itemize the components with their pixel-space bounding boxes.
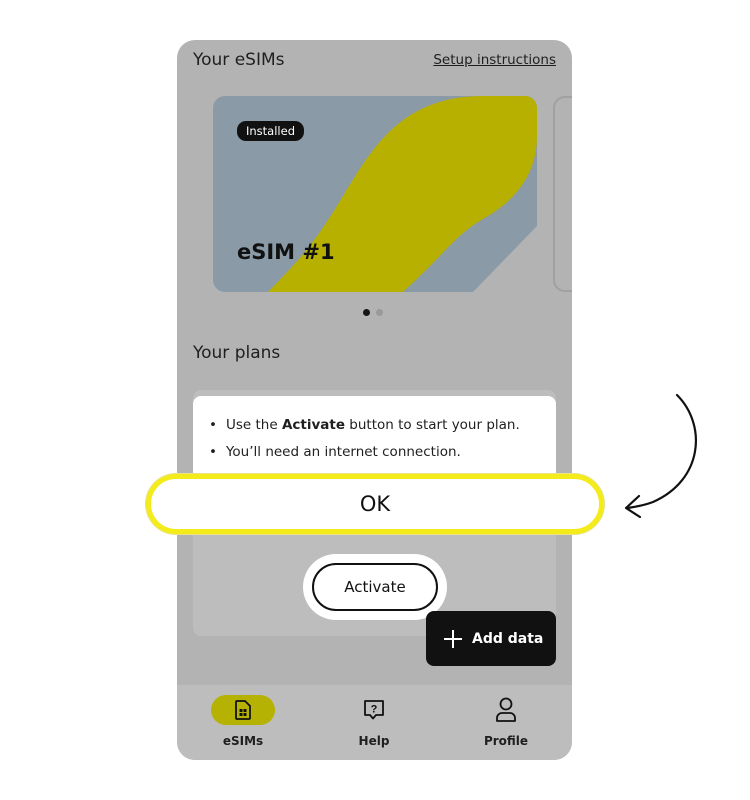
page-title: Your eSIMs xyxy=(193,50,285,70)
activation-tip: • Use the Activate button to start your p… xyxy=(193,396,556,476)
carousel-dot-2[interactable] xyxy=(376,309,383,316)
tip-item: • Use the Activate button to start your p… xyxy=(209,417,520,433)
pointer-arrow-icon xyxy=(624,393,697,519)
esim-name: eSIM #1 xyxy=(237,240,335,264)
esim-card[interactable]: Installed eSIM #1 xyxy=(213,96,537,292)
profile-icon xyxy=(496,697,516,722)
ok-button[interactable]: OK xyxy=(146,474,604,534)
plans-heading: Your plans xyxy=(193,343,281,363)
nav-item-help[interactable]: ? Help xyxy=(324,693,424,748)
nav-item-esims[interactable]: eSIMs xyxy=(193,693,293,748)
tip-item: • You’ll need an internet connection. xyxy=(209,444,461,460)
svg-text:?: ? xyxy=(371,704,378,716)
setup-instructions-link[interactable]: Setup instructions xyxy=(433,52,556,68)
active-tab-pill xyxy=(211,695,275,725)
plus-icon xyxy=(444,629,462,648)
carousel-dot-1[interactable] xyxy=(363,309,370,316)
carousel-dots xyxy=(363,309,383,316)
add-data-button[interactable]: Add data xyxy=(426,611,556,666)
installed-badge: Installed xyxy=(237,121,304,141)
next-esim-card-peek[interactable] xyxy=(553,96,572,292)
help-chat-icon: ? xyxy=(364,700,384,720)
sim-card-icon xyxy=(235,700,251,720)
activate-button[interactable]: Activate xyxy=(312,563,438,611)
nav-item-profile[interactable]: Profile xyxy=(456,693,556,748)
bottom-nav: eSIMs ? Help Profile xyxy=(177,685,572,760)
stage: Your eSIMs Setup instructions Installed … xyxy=(0,0,750,800)
